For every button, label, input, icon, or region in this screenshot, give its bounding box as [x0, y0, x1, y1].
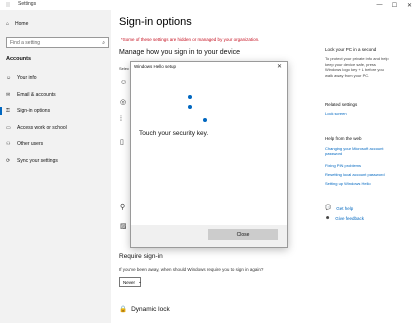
- lock-screen-link[interactable]: Lock screen: [325, 111, 397, 116]
- face-icon[interactable]: ☺: [120, 79, 127, 86]
- progress-dot: [188, 95, 192, 99]
- require-sign-in-dropdown[interactable]: Never ⌄: [119, 277, 142, 287]
- manage-heading: Manage how you sign in to your device: [119, 49, 241, 56]
- close-button[interactable]: Close: [208, 229, 278, 240]
- home-link[interactable]: ⌂ Home: [6, 21, 28, 27]
- require-sign-in-heading: Require sign-in: [119, 253, 163, 260]
- person-card-icon: ☺: [6, 75, 12, 82]
- title-bar: Settings — ☐ ✕: [0, 0, 417, 10]
- home-label: Home: [15, 21, 29, 27]
- chevron-down-icon: ⌄: [138, 279, 142, 284]
- settings-app-icon: [6, 2, 10, 7]
- chat-help-icon: 💬: [325, 205, 332, 211]
- search-placeholder: Find a setting: [10, 39, 41, 46]
- briefcase-icon: ▭: [6, 124, 11, 131]
- email-icon: ✉: [6, 91, 11, 98]
- dropdown-value: Never: [123, 279, 136, 285]
- sidebar-item-email-accounts[interactable]: ✉ Email & accounts: [0, 87, 111, 104]
- sidebar-item-sign-in-options[interactable]: ⚿ Sign-in options: [0, 103, 111, 120]
- sidebar-item-label: Sign-in options: [17, 108, 51, 115]
- sidebar: ⌂ Home Find a setting ⌕ Accounts ☺ Your …: [0, 10, 111, 323]
- right-panel: Lock your PC in a second To protect your…: [325, 10, 417, 323]
- sidebar-item-your-info[interactable]: ☺ Your info: [0, 70, 111, 87]
- progress-dot: [188, 105, 192, 109]
- search-input[interactable]: Find a setting ⌕: [6, 37, 109, 48]
- sidebar-item-label: Your info: [17, 75, 37, 82]
- help-link-windows-hello[interactable]: Setting up Windows Hello: [325, 181, 397, 186]
- home-icon: ⌂: [6, 21, 10, 27]
- search-icon[interactable]: ⌕: [102, 40, 105, 46]
- help-link-change-password[interactable]: Changing your Microsoft account password: [325, 146, 397, 157]
- sidebar-item-label: Access work or school: [17, 124, 67, 131]
- sidebar-item-label: Other users: [17, 141, 44, 148]
- managed-warning: *Some of these settings are hidden or ma…: [121, 37, 260, 42]
- related-settings-title: Related settings: [325, 102, 358, 107]
- help-link-reset-password[interactable]: Resetting local account password: [325, 172, 397, 177]
- dialog-close-icon[interactable]: ✕: [277, 63, 282, 70]
- sidebar-item-label: Sync your settings: [17, 157, 58, 164]
- sidebar-item-sync[interactable]: ⟳ Sync your settings: [0, 153, 111, 170]
- security-key-icon[interactable]: ▯: [120, 138, 124, 146]
- dynamic-lock-heading: 🔒 Dynamic lock: [119, 305, 170, 314]
- sidebar-item-access-work[interactable]: ▭ Access work or school: [0, 120, 111, 137]
- dialog-title: Windows Hello setup: [134, 64, 177, 69]
- feedback-icon: ☻: [325, 215, 331, 221]
- dynamic-lock-label: Dynamic lock: [131, 305, 170, 313]
- pin-icon[interactable]: ⁞: [120, 116, 122, 123]
- help-link-pin-problems[interactable]: Fixing PIN problems: [325, 163, 397, 168]
- window-controls: — ☐ ✕: [372, 0, 417, 10]
- password-icon[interactable]: ⚲: [120, 203, 125, 211]
- sync-icon: ⟳: [6, 157, 11, 164]
- windows-hello-dialog: Windows Hello setup ✕ Touch your securit…: [130, 61, 288, 248]
- people-icon: ⚇: [6, 141, 11, 148]
- give-feedback-link[interactable]: ☻ Give feedback: [325, 215, 364, 221]
- lock-icon: 🔒: [119, 306, 128, 313]
- help-from-web-title: Help from the web: [325, 136, 362, 141]
- require-sign-in-question: If you've been away, when should Windows…: [119, 267, 264, 272]
- lock-pc-body: To protect your private info and help ke…: [325, 56, 389, 78]
- maximize-button[interactable]: ☐: [387, 0, 402, 10]
- window-title: Settings: [18, 1, 37, 7]
- picture-password-icon[interactable]: ▨: [120, 222, 127, 230]
- give-feedback-label: Give feedback: [335, 215, 365, 221]
- sidebar-nav: ☺ Your info ✉ Email & accounts ⚿ Sign-in…: [0, 70, 111, 169]
- section-title: Accounts: [6, 56, 32, 62]
- minimize-button[interactable]: —: [372, 0, 387, 10]
- key-icon: ⚿: [6, 108, 10, 115]
- progress-dot: [203, 118, 207, 122]
- lock-pc-title: Lock your PC in a second: [325, 47, 377, 52]
- page-title: Sign-in options: [119, 16, 192, 28]
- sidebar-item-label: Email & accounts: [17, 91, 56, 98]
- close-window-button[interactable]: ✕: [402, 0, 417, 10]
- dialog-message: Touch your security key.: [139, 130, 209, 137]
- get-help-label: Get help: [336, 205, 354, 211]
- fingerprint-icon[interactable]: ◎: [120, 98, 126, 106]
- get-help-link[interactable]: 💬 Get help: [325, 205, 353, 211]
- select-label: Selec: [119, 66, 130, 71]
- sidebar-item-other-users[interactable]: ⚇ Other users: [0, 136, 111, 153]
- dialog-footer: Close: [131, 225, 287, 247]
